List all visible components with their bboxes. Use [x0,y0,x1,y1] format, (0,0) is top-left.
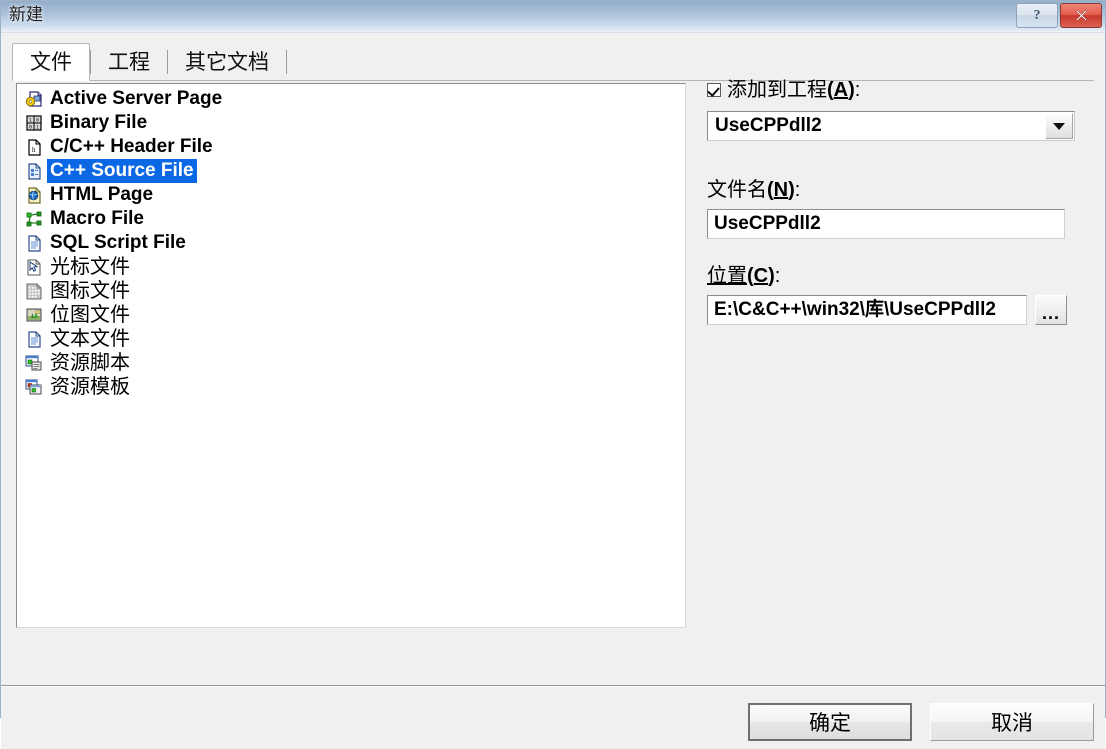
tabs-row: 文件 工程 其它文档 [12,43,287,81]
file-name-input[interactable]: UseCPPdll2 [707,209,1065,239]
svg-text:0: 0 [36,118,39,124]
svg-text:h: h [32,146,36,154]
add-to-project-row[interactable]: 添加到工程(A): [707,79,1077,101]
list-item[interactable]: HTML Page [20,183,685,207]
project-combobox-value: UseCPPdll2 [715,115,822,136]
file-type-listbox[interactable]: Active Server Page 1 0 0 1 Binary File h… [16,83,686,628]
list-item-label: 位图文件 [50,304,130,326]
dialog-footer: 确定 取消 [1,688,1105,749]
new-file-dialog: 新建 ? 文件 工程 其它文档 Active Server Page 1 0 0… [0,0,1106,749]
icon-file-icon [24,281,44,301]
window-title: 新建 [9,5,43,24]
list-item[interactable]: Macro File [20,207,685,231]
location-row: E:\C&C++\win32\库\UseCPPdll2 ... [707,295,1077,325]
list-item[interactable]: 资源脚本 [20,351,685,375]
list-item-label: 光标文件 [50,256,130,278]
list-item[interactable]: 1 0 0 1 Binary File [20,111,685,135]
html-page-icon [24,185,44,205]
list-item[interactable]: 文本文件 [20,327,685,351]
resource-script-icon [24,353,44,373]
list-item-label: Binary File [50,112,148,133]
active-server-page-icon [24,89,44,109]
list-item[interactable]: 资源模板 [20,375,685,399]
ok-button[interactable]: 确定 [748,703,912,741]
list-item-label: 图标文件 [50,280,130,302]
browse-button[interactable]: ... [1035,295,1067,325]
binary-file-icon: 1 0 0 1 [24,113,44,133]
list-item-label: Macro File [50,208,144,229]
chevron-down-glyph [1053,122,1065,130]
list-item[interactable]: SQL Script File [20,231,685,255]
help-button[interactable]: ? [1016,3,1058,28]
cpp-source-file-icon [24,161,44,181]
tab-other-documents-label: 其它文档 [185,50,269,74]
chevron-down-icon[interactable] [1045,113,1073,139]
list-item[interactable]: Active Server Page [20,87,685,111]
list-item-label: C/C++ Header File [50,136,213,157]
tab-other-documents[interactable]: 其它文档 [168,43,286,81]
title-bar-buttons: ? [1016,3,1102,28]
list-item[interactable]: 位图文件 [20,303,685,327]
list-item-label: 资源模板 [50,376,130,398]
add-to-project-label: 添加到工程(A): [727,79,861,101]
location-input[interactable]: E:\C&C++\win32\库\UseCPPdll2 [707,295,1027,325]
cursor-file-icon [24,257,44,277]
svg-text:0: 0 [29,125,32,131]
svg-text:1: 1 [29,118,32,124]
location-value: E:\C&C++\win32\库\UseCPPdll2 [714,299,996,320]
list-item[interactable]: 光标文件 [20,255,685,279]
tab-projects[interactable]: 工程 [91,43,167,81]
sql-script-file-icon [24,233,44,253]
macro-file-icon [24,209,44,229]
file-name-value: UseCPPdll2 [714,213,821,234]
add-to-project-checkbox[interactable] [707,83,721,97]
question-mark-icon: ? [1033,7,1041,23]
list-item-selected[interactable]: C++ Source File [20,159,685,183]
title-bar: 新建 ? [1,1,1105,33]
text-file-icon [24,329,44,349]
tab-separator-3 [286,50,287,74]
list-item[interactable]: h C/C++ Header File [20,135,685,159]
tab-files-label: 文件 [30,50,72,74]
project-combobox[interactable]: UseCPPdll2 [707,111,1075,141]
resource-template-icon [24,377,44,397]
cancel-button[interactable]: 取消 [930,703,1094,741]
svg-text:1: 1 [36,125,39,131]
bitmap-file-icon [24,305,44,325]
list-item-label: 资源脚本 [50,352,130,374]
header-file-icon: h [24,137,44,157]
list-item-label: HTML Page [50,184,154,205]
list-item[interactable]: 图标文件 [20,279,685,303]
footer-separator [1,685,1105,687]
file-name-label: 文件名(N): [707,179,801,201]
tab-projects-label: 工程 [108,50,150,74]
list-item-label: C++ Source File [47,159,197,183]
close-icon [1074,8,1089,23]
list-item-label: 文本文件 [50,328,130,350]
tab-files[interactable]: 文件 [12,43,90,81]
tab-strip: 文件 工程 其它文档 [12,43,1094,81]
list-item-label: SQL Script File [50,232,186,253]
close-button[interactable] [1060,3,1102,28]
list-item-label: Active Server Page [50,88,223,109]
location-label: 位置(C): [707,265,781,287]
dialog-client-area: 文件 工程 其它文档 Active Server Page 1 0 0 1 Bi… [1,33,1105,749]
right-options-panel: 添加到工程(A): UseCPPdll2 文件名(N): UseCPPdll2 … [707,79,1077,325]
